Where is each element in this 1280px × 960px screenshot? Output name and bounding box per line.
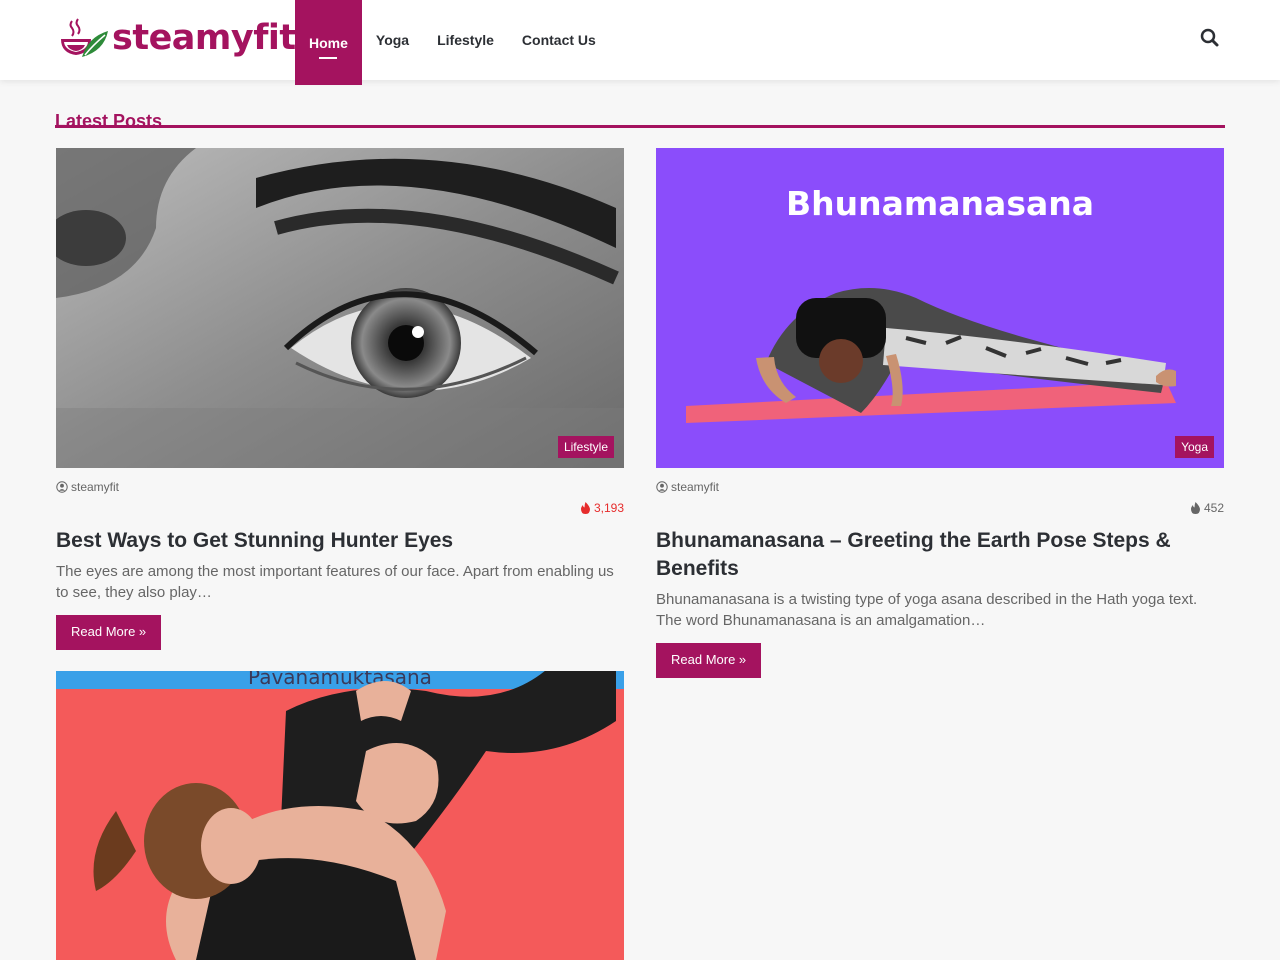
logo-wordmark: steamyfit	[112, 17, 296, 58]
post-card: Pavanamuktasana	[56, 671, 624, 960]
post-title[interactable]: Best Ways to Get Stunning Hunter Eyes	[56, 527, 624, 555]
post-views: 452	[656, 501, 1224, 515]
image-caption-text: Pavanamuktasana	[248, 671, 432, 689]
post-thumbnail[interactable]: Bhunamanasana Yoga	[656, 148, 1224, 468]
author-name: steamyfit	[671, 480, 720, 494]
user-icon	[656, 481, 668, 493]
author-name: steamyfit	[71, 480, 120, 494]
hunter-eyes-photo	[56, 148, 624, 468]
post-title[interactable]: Bhunamanasana – Greeting the Earth Pose …	[656, 527, 1224, 583]
search-icon[interactable]	[1198, 26, 1222, 50]
section-divider	[55, 125, 1225, 128]
nav-item-contact-us[interactable]: Contact Us	[508, 0, 610, 80]
section-title: Latest Posts	[55, 111, 163, 131]
main-nav: Home Yoga Lifestyle Contact Us	[295, 0, 610, 85]
read-more-button[interactable]: Read More »	[656, 643, 762, 678]
nav-item-yoga[interactable]: Yoga	[362, 0, 423, 80]
category-badge[interactable]: Yoga	[1175, 436, 1214, 458]
nav-item-home[interactable]: Home	[295, 0, 362, 85]
bhunamanasana-photo: Bhunamanasana	[656, 148, 1224, 468]
read-more-button[interactable]: Read More »	[56, 615, 162, 650]
post-card: Bhunamanasana Yoga steamyfit 452 Bhunama…	[656, 148, 1224, 678]
post-card: Lifestyle steamyfit 3,193 Best Ways to G…	[56, 148, 624, 650]
image-caption-text: Bhunamanasana	[786, 184, 1094, 223]
site-header: steamyfit Home Yoga Lifestyle Contact Us	[0, 0, 1280, 85]
nav-item-lifestyle[interactable]: Lifestyle	[423, 0, 508, 80]
post-thumbnail[interactable]: Pavanamuktasana	[56, 671, 624, 960]
flame-icon	[1190, 502, 1200, 514]
post-excerpt: The eyes are among the most important fe…	[56, 563, 614, 601]
post-thumbnail[interactable]: Lifestyle	[56, 148, 624, 468]
site-logo[interactable]: steamyfit	[58, 14, 296, 62]
views-count: 452	[1203, 501, 1224, 515]
post-views: 3,193	[56, 501, 624, 515]
pavanamuktasana-photo: Pavanamuktasana	[56, 671, 624, 960]
steaming-bowl-logo-icon	[61, 18, 108, 57]
post-author[interactable]: steamyfit	[56, 480, 624, 494]
flame-icon	[580, 502, 590, 514]
post-author[interactable]: steamyfit	[656, 480, 1224, 494]
post-excerpt: Bhunamanasana is a twisting type of yoga…	[656, 591, 1198, 629]
views-count: 3,193	[593, 501, 624, 515]
category-badge[interactable]: Lifestyle	[557, 436, 614, 458]
user-icon	[56, 481, 68, 493]
